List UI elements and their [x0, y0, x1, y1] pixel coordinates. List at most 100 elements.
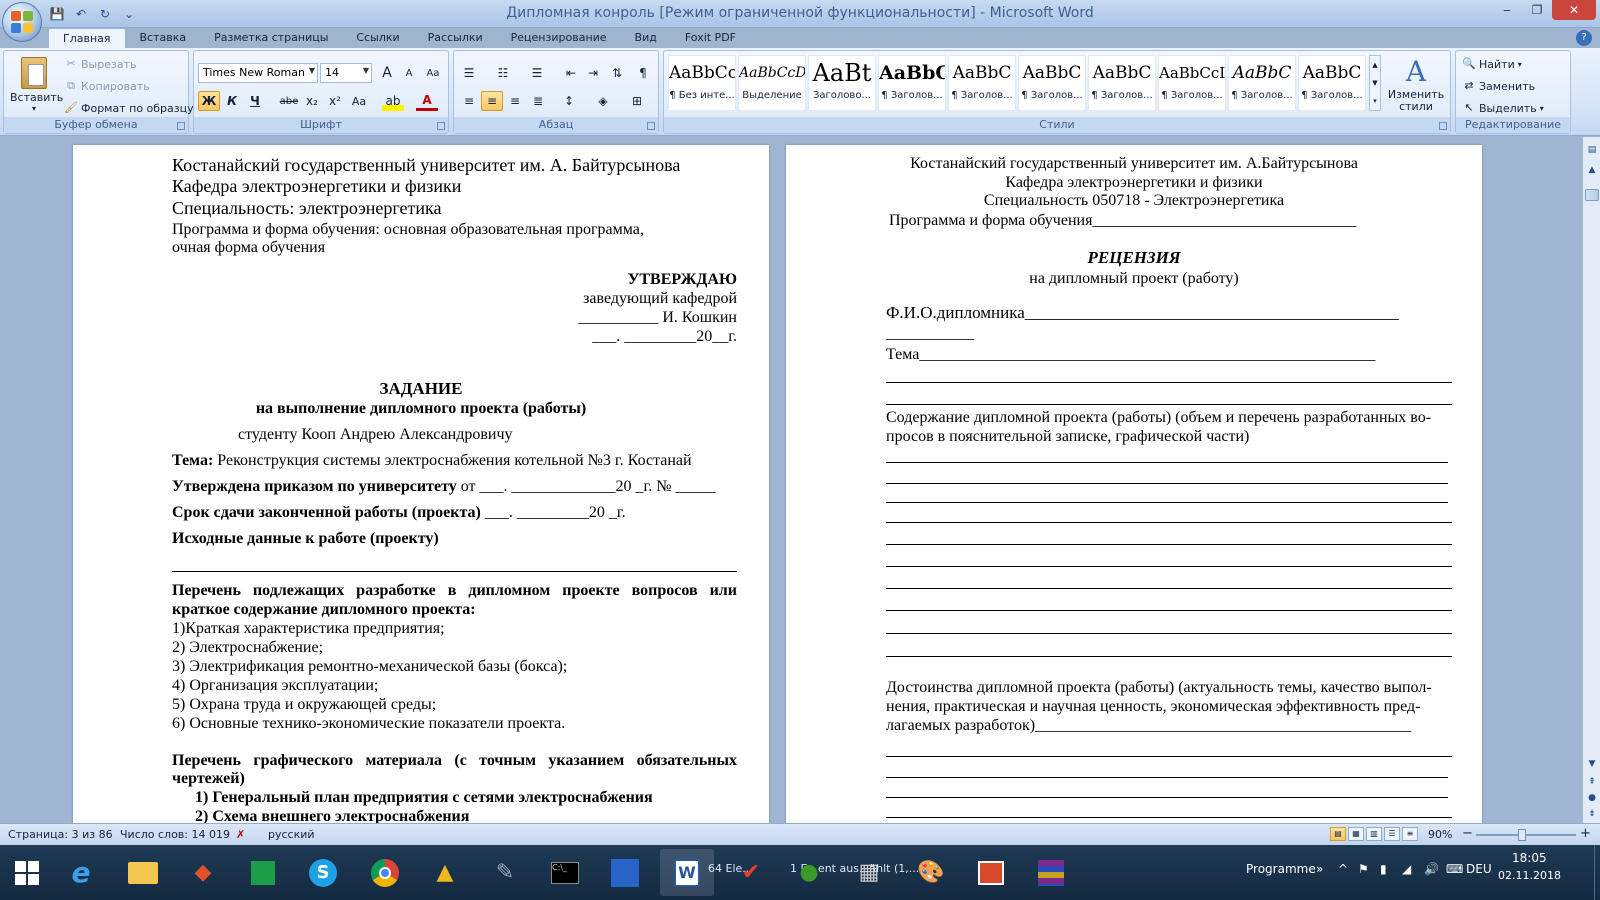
paste-button[interactable]: Вставить ▾ — [10, 55, 63, 117]
clock-time[interactable]: 18:05 — [1512, 851, 1547, 865]
tab-view[interactable]: Вид — [621, 28, 671, 48]
network-icon[interactable]: ◢ — [1402, 862, 1411, 876]
font-color-button[interactable]: A — [416, 91, 438, 111]
tab-mailings[interactable]: Рассылки — [414, 28, 497, 48]
tab-foxit-pdf[interactable]: Foxit PDF — [671, 28, 750, 48]
zoom-in-icon[interactable]: + — [1580, 826, 1591, 841]
pilcrow-icon[interactable]: ¶ — [632, 63, 654, 83]
change-case-button[interactable]: Aa — [348, 91, 370, 111]
line-spacing-icon[interactable]: ↕ — [558, 91, 580, 111]
format-painter-button[interactable]: 🖌 Формат по образцу — [64, 101, 194, 115]
font-launcher-icon[interactable] — [437, 122, 445, 130]
skype-icon[interactable]: S — [296, 849, 350, 896]
document-page-right[interactable]: Костанайский государственный университет… — [786, 145, 1482, 823]
align-right-icon[interactable]: ≡ — [504, 91, 526, 111]
clock-date[interactable]: 02.11.2018 — [1498, 869, 1561, 882]
style-heading-4[interactable]: AaBbC ¶ Заголов... — [1088, 55, 1156, 111]
toolbar-expand-icon[interactable]: » — [1316, 862, 1323, 876]
paint-icon[interactable]: 🎨 — [904, 849, 958, 896]
clear-format-button[interactable]: Aa — [422, 63, 444, 83]
style-heading-5[interactable]: AaBbCcI ¶ Заголов... — [1158, 55, 1226, 111]
font-size-combo[interactable]: 14 ▼ — [320, 63, 372, 83]
minimize-button[interactable]: ‒ — [1492, 0, 1522, 20]
superscript-button[interactable]: x² — [324, 91, 346, 111]
tab-page-layout[interactable]: Разметка страницы — [200, 28, 342, 48]
programme-toolbar[interactable]: Programme — [1246, 862, 1316, 876]
document-area[interactable]: Костанайский государственный университет… — [0, 137, 1582, 823]
style-no-spacing[interactable]: AaBbCcI ¶ Без инте... — [668, 55, 736, 111]
shading-icon[interactable]: ◈ — [592, 91, 614, 111]
app-icon[interactable] — [598, 849, 652, 896]
tab-home[interactable]: Главная — [48, 28, 126, 48]
style-heading-1[interactable]: AaBbC ¶ Заголов... — [878, 55, 946, 111]
tray-expand-icon[interactable]: ^ — [1338, 862, 1348, 876]
page-count[interactable]: Страница: 3 из 86 — [8, 828, 113, 841]
next-page-icon[interactable]: ⇟ — [1585, 807, 1599, 821]
tab-review[interactable]: Рецензирование — [497, 28, 621, 48]
tab-references[interactable]: Ссылки — [342, 28, 413, 48]
strikethrough-button[interactable]: abe — [278, 91, 300, 111]
grow-font-button[interactable]: A — [376, 63, 398, 83]
style-heading-3[interactable]: AaBbC ¶ Заголов... — [1018, 55, 1086, 111]
style-emphasis[interactable]: AaBbCcDc Выделение — [738, 55, 806, 111]
full-screen-view-icon[interactable]: ▦ — [1348, 827, 1364, 841]
pen-icon[interactable]: ✎ — [478, 849, 532, 896]
print-layout-view-icon[interactable]: ▤ — [1330, 827, 1346, 841]
numbering-icon[interactable]: ☷ — [492, 63, 514, 83]
zoom-slider[interactable] — [1476, 834, 1576, 836]
word-count[interactable]: Число слов: 14 019 — [120, 828, 230, 841]
scroll-down-icon[interactable]: ▼ — [1585, 757, 1599, 771]
draft-view-icon[interactable]: ≡ — [1402, 827, 1418, 841]
keyboard-icon[interactable]: ⌨ — [1446, 862, 1463, 876]
restore-button[interactable]: ❐ — [1522, 0, 1552, 20]
outline-view-icon[interactable]: ☰ — [1384, 827, 1400, 841]
chrome-icon[interactable] — [358, 849, 412, 896]
vertical-scrollbar[interactable]: ▤ ▲ ▼ ⇞ ● ⇟ — [1582, 137, 1600, 823]
style-heading-6[interactable]: AaBbC ¶ Заголов... — [1228, 55, 1296, 111]
app-icon[interactable]: ▲ — [418, 849, 472, 896]
find-button[interactable]: 🔍 Найти ▾ — [1462, 57, 1522, 71]
change-styles-button[interactable]: A Изменить стили — [1386, 55, 1446, 113]
multilevel-list-icon[interactable]: ☰ — [526, 63, 548, 83]
bullets-icon[interactable]: ☰ — [458, 63, 480, 83]
subscript-button[interactable]: x₂ — [301, 91, 323, 111]
decrease-indent-icon[interactable]: ⇤ — [560, 63, 582, 83]
previous-page-icon[interactable]: ⇞ — [1585, 775, 1599, 789]
italic-button[interactable]: К — [221, 91, 243, 111]
justify-icon[interactable]: ≣ — [527, 91, 549, 111]
highlight-button[interactable]: ab — [382, 91, 404, 111]
app-icon[interactable] — [964, 849, 1018, 896]
select-button[interactable]: ↖ Выделить ▾ — [1462, 101, 1543, 115]
store-icon[interactable] — [236, 849, 290, 896]
cut-button[interactable]: ✂ Вырезать — [64, 57, 136, 71]
select-browse-object-icon[interactable]: ● — [1585, 791, 1599, 805]
bold-button[interactable]: Ж — [198, 91, 220, 111]
replace-button[interactable]: ⇄ Заменить — [1462, 79, 1535, 93]
office-button[interactable] — [2, 2, 42, 42]
ruler-toggle-icon[interactable]: ▤ — [1585, 143, 1599, 157]
styles-scroll-icon[interactable]: ▲ ▼ ▾ — [1369, 55, 1381, 111]
increase-indent-icon[interactable]: ⇥ — [582, 63, 604, 83]
sort-icon[interactable]: ⇅ — [606, 63, 628, 83]
scroll-up-icon[interactable]: ▲ — [1585, 163, 1599, 177]
language-indicator[interactable]: русский — [268, 828, 315, 841]
zoom-level[interactable]: 90% — [1428, 828, 1452, 841]
volume-icon[interactable]: 🔊 — [1424, 862, 1439, 876]
zoom-out-icon[interactable]: − — [1462, 826, 1473, 841]
winrar-icon[interactable] — [1024, 849, 1078, 896]
show-desktop-button[interactable] — [1594, 845, 1600, 900]
file-explorer-icon[interactable] — [116, 849, 170, 896]
zoom-slider-thumb[interactable] — [1518, 829, 1526, 841]
flag-icon[interactable]: ⚑ — [1358, 862, 1369, 876]
command-prompt-icon[interactable]: C:\_ — [538, 849, 592, 896]
scroll-thumb[interactable] — [1585, 189, 1599, 201]
help-icon[interactable]: ? — [1576, 30, 1592, 46]
tab-insert[interactable]: Вставка — [126, 28, 201, 48]
borders-icon[interactable]: ⊞ — [626, 91, 648, 111]
clipboard-launcher-icon[interactable] — [177, 122, 185, 130]
app-icon[interactable]: ● — [782, 849, 836, 896]
internet-explorer-icon[interactable]: e — [54, 849, 108, 896]
document-page-left[interactable]: Костанайский государственный университет… — [73, 145, 769, 823]
styles-launcher-icon[interactable] — [1439, 122, 1447, 130]
underline-button[interactable]: Ч — [244, 91, 266, 111]
